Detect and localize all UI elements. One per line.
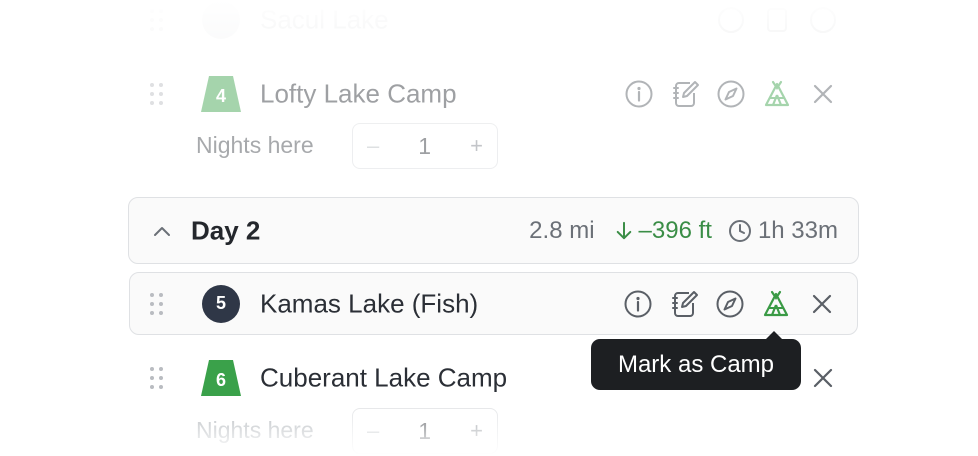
nights-label: Nights here: [196, 417, 314, 443]
stop-actions: [624, 79, 838, 109]
nights-value: 1: [418, 417, 432, 444]
mark-as-camp-tooltip: Mark as Camp: [591, 331, 801, 390]
camp-tent-icon[interactable]: [762, 79, 792, 109]
stop-number: 5: [215, 293, 226, 313]
stop-row-partial[interactable]: Sacul Lake: [130, 0, 858, 52]
day-elevation-value: –396 ft: [638, 216, 712, 244]
info-icon[interactable]: [624, 79, 654, 109]
stop-actions: [808, 363, 838, 393]
chevron-up-icon[interactable]: [151, 220, 173, 242]
clock-icon: [728, 219, 751, 242]
nights-stepper[interactable]: – 1 +: [352, 123, 498, 169]
stop-row-lofty-lake-camp[interactable]: 4 Lofty Lake Camp: [130, 62, 858, 126]
stop-number: 6: [215, 369, 226, 390]
arrow-down-icon: [616, 221, 631, 239]
stop-number: 4: [215, 85, 226, 106]
info-icon[interactable]: [716, 5, 746, 35]
stop-name: Cuberant Lake Camp: [260, 362, 508, 393]
drag-handle-icon[interactable]: [150, 292, 164, 315]
stop-actions: [623, 289, 837, 319]
stop-marker-icon: 5: [200, 284, 242, 323]
increment-button[interactable]: +: [470, 133, 483, 159]
info-icon[interactable]: [623, 289, 653, 319]
stop-name: Sacul Lake: [260, 4, 389, 35]
close-icon[interactable]: [808, 79, 838, 109]
day-elevation: –396 ft: [615, 217, 712, 245]
day-duration: 1h 33m: [728, 217, 838, 245]
compass-icon[interactable]: [715, 289, 745, 319]
drag-handle-icon[interactable]: [150, 83, 164, 105]
increment-button[interactable]: +: [470, 418, 483, 444]
decrement-button[interactable]: –: [367, 418, 379, 444]
decrement-button[interactable]: –: [367, 133, 379, 159]
day-header[interactable]: Day 2 2.8 mi –396 ft 1h 33m: [128, 197, 859, 264]
stop-name: Lofty Lake Camp: [260, 78, 457, 109]
stop-name: Kamas Lake (Fish): [260, 288, 479, 318]
close-icon[interactable]: [808, 363, 838, 393]
camp-marker-icon: 4: [200, 75, 242, 113]
camp-marker-icon: 6: [200, 359, 242, 397]
day-stats: 2.8 mi –396 ft 1h 33m: [529, 217, 838, 245]
notes-icon[interactable]: [670, 79, 700, 109]
compass-icon[interactable]: [808, 5, 838, 35]
day-distance: 2.8 mi: [529, 216, 595, 244]
nights-label: Nights here: [196, 132, 314, 158]
drag-handle-icon[interactable]: [150, 367, 164, 389]
tooltip-text: Mark as Camp: [617, 350, 775, 378]
nights-stepper[interactable]: – 1 +: [352, 408, 498, 454]
drag-handle-icon[interactable]: [150, 9, 164, 31]
close-icon[interactable]: [807, 289, 837, 319]
stop-actions: [716, 5, 838, 35]
day-title: Day 2: [191, 215, 261, 245]
notes-icon[interactable]: [669, 289, 699, 319]
camp-tent-icon[interactable]: [761, 289, 791, 319]
notes-icon[interactable]: [762, 5, 792, 35]
day-duration-value: 1h 33m: [757, 216, 838, 244]
compass-icon[interactable]: [716, 79, 746, 109]
nights-value: 1: [418, 132, 432, 159]
stop-row-kamas-lake[interactable]: 5 Kamas Lake (Fish): [129, 272, 858, 335]
stop-marker-icon: [202, 1, 240, 39]
